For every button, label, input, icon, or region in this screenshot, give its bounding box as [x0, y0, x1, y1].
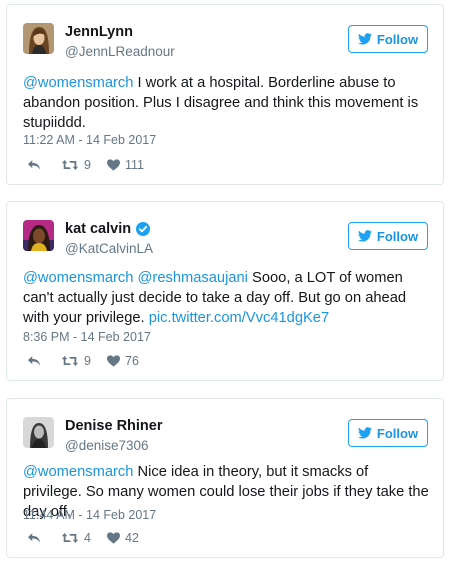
retweet-count: 9	[84, 158, 91, 172]
retweet-button[interactable]: 9	[61, 158, 107, 172]
like-count: 42	[125, 531, 139, 545]
avatar[interactable]	[23, 220, 54, 251]
heart-icon	[107, 355, 120, 367]
follow-button[interactable]: Follow	[348, 419, 428, 447]
like-count: 111	[125, 158, 145, 172]
user-handle[interactable]: @denise7306	[65, 438, 149, 453]
follow-button[interactable]: Follow	[348, 222, 428, 250]
avatar-image	[23, 23, 54, 54]
heart-icon	[107, 159, 120, 171]
reply-icon	[27, 159, 41, 171]
like-button[interactable]: 111	[107, 158, 144, 172]
retweet-icon	[61, 532, 79, 544]
user-handle[interactable]: @KatCalvinLA	[65, 241, 153, 256]
heart-icon	[107, 532, 120, 544]
tweet-text: @womensmarch @reshmasaujani Sooo, a LOT …	[23, 268, 429, 328]
retweet-count: 4	[84, 531, 91, 545]
tweet-actions: 9 76	[27, 354, 139, 368]
tweet-timestamp[interactable]: 11:44 AM - 14 Feb 2017	[23, 508, 156, 522]
avatar[interactable]	[23, 417, 54, 448]
reply-button[interactable]	[27, 159, 61, 171]
reply-icon	[27, 532, 41, 544]
twitter-bird-icon	[357, 427, 372, 439]
reply-button[interactable]	[27, 355, 61, 367]
mention-link[interactable]: @womensmarch	[23, 464, 133, 480]
like-button[interactable]: 76	[107, 354, 139, 368]
tweet-timestamp[interactable]: 8:36 PM - 14 Feb 2017	[23, 330, 151, 344]
tweet-actions: 9 111	[27, 158, 144, 172]
retweet-icon	[61, 159, 79, 171]
tweet-text: @womensmarch I work at a hospital. Borde…	[23, 73, 429, 133]
display-name[interactable]: Denise Rhiner	[65, 418, 163, 434]
mention-link[interactable]: @womensmarch	[23, 75, 133, 91]
display-name-text: JennLynn	[65, 24, 133, 40]
pic-link[interactable]: pic.twitter.com/Vvc41dgKe7	[149, 310, 329, 326]
avatar[interactable]	[23, 23, 54, 54]
follow-label: Follow	[376, 228, 419, 244]
display-name[interactable]: JennLynn	[65, 24, 133, 40]
follow-label: Follow	[376, 425, 419, 441]
like-button[interactable]: 42	[107, 531, 139, 545]
like-count: 76	[125, 354, 139, 368]
mention-link[interactable]: @womensmarch	[23, 270, 133, 286]
user-handle[interactable]: @JennLReadnour	[65, 44, 175, 59]
reply-icon	[27, 355, 41, 367]
retweet-count: 9	[84, 354, 91, 368]
mention-link[interactable]: @reshmasaujani	[138, 270, 248, 286]
twitter-bird-icon	[357, 33, 372, 45]
tweet-timestamp[interactable]: 11:22 AM - 14 Feb 2017	[23, 133, 156, 147]
retweet-button[interactable]: 4	[61, 531, 107, 545]
retweet-button[interactable]: 9	[61, 354, 107, 368]
avatar-image	[23, 417, 54, 448]
verified-badge-icon	[136, 222, 151, 236]
retweet-icon	[61, 355, 79, 367]
tweet-card: Denise Rhiner @denise7306 Follow @womens…	[6, 398, 444, 558]
reply-button[interactable]	[27, 532, 61, 544]
twitter-bird-icon	[357, 230, 372, 242]
follow-label: Follow	[376, 31, 419, 47]
avatar-image	[23, 220, 54, 251]
tweet-actions: 4 42	[27, 531, 139, 545]
display-name-text: Denise Rhiner	[65, 418, 163, 434]
follow-button[interactable]: Follow	[348, 25, 428, 53]
tweet-card: kat calvin @KatCalvinLA Follow @womensma…	[6, 201, 444, 381]
tweet-card: JennLynn @JennLReadnour Follow @womensma…	[6, 4, 444, 185]
display-name[interactable]: kat calvin	[65, 221, 151, 237]
display-name-text: kat calvin	[65, 221, 132, 237]
